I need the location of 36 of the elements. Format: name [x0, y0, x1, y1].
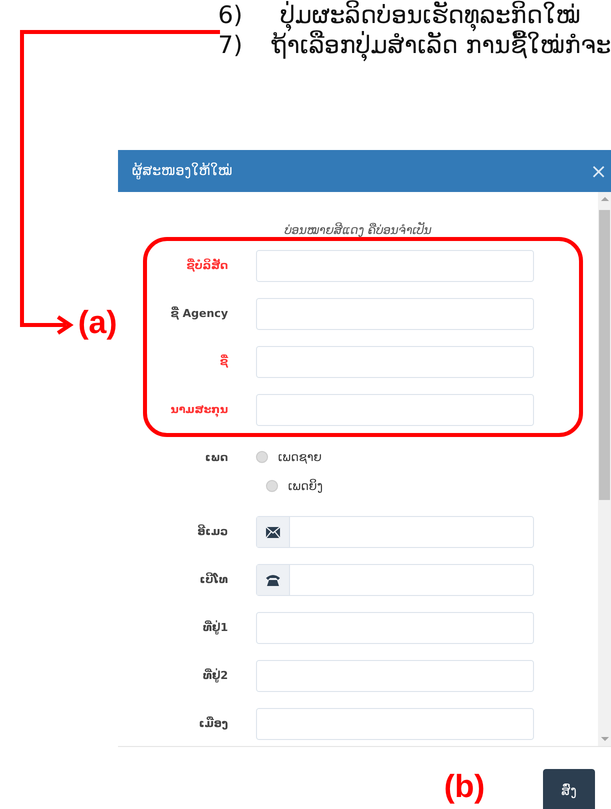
scrollbar[interactable]: [598, 192, 611, 746]
field-label: ຊື່ບໍລິສັດ: [186, 257, 228, 274]
text-field[interactable]: [256, 708, 534, 740]
field-label: ຊື່ Agency: [170, 305, 228, 322]
field-label: ອີເມວ: [196, 523, 228, 540]
radio-label: ເພດຍິງ: [288, 478, 323, 492]
envelope-icon: [266, 526, 280, 538]
field-label: ເມືອງ: [198, 715, 228, 732]
phone-icon: [266, 574, 280, 586]
field-label: ເບີໂທ: [198, 571, 228, 588]
text-field[interactable]: [256, 394, 534, 426]
text-field[interactable]: [256, 346, 534, 378]
text-field[interactable]: [256, 516, 534, 548]
close-button[interactable]: ×: [590, 161, 607, 181]
text-field[interactable]: [256, 298, 534, 330]
field-label: ທີ່ຢູ່1: [202, 619, 228, 636]
step-number: 7): [218, 31, 244, 59]
field-label: ທີ່ຢູ່2: [202, 667, 228, 684]
radio-button[interactable]: [266, 480, 278, 492]
step-text: ປຸ່ມຜະລິດບ່ອນເຮັດທຸລະກິດໃໝ່: [280, 1, 580, 29]
step-text: ຖ້າເລືອກປຸ່ມສຳເລັດ ການຊື້ໃໝ່ກໍຈະ: [271, 31, 611, 59]
text-field[interactable]: [256, 660, 534, 692]
dialog-title: ຜູ້ສະໜອງໃຫ້ໃໝ່: [132, 163, 232, 179]
radio-label: ເພດຊາຍ: [278, 450, 322, 464]
callout-label: (b): [444, 768, 485, 805]
text-field[interactable]: [256, 564, 534, 596]
step-number: 6): [218, 1, 244, 29]
required-note: ບ່ອນໝາຍສີແດງ ຄືບ່ອນຈຳເປັນ: [283, 221, 433, 239]
radio-button[interactable]: [256, 450, 268, 462]
callout-label: (a): [78, 304, 118, 341]
field-label: ນາມສະກຸນ: [170, 402, 228, 420]
text-field[interactable]: [256, 612, 534, 644]
text-field[interactable]: [256, 250, 534, 282]
submit-button[interactable]: ສົ່ງ: [543, 769, 595, 809]
field-label: ເພດ: [204, 450, 228, 466]
field-label: ຊື່: [218, 353, 228, 370]
